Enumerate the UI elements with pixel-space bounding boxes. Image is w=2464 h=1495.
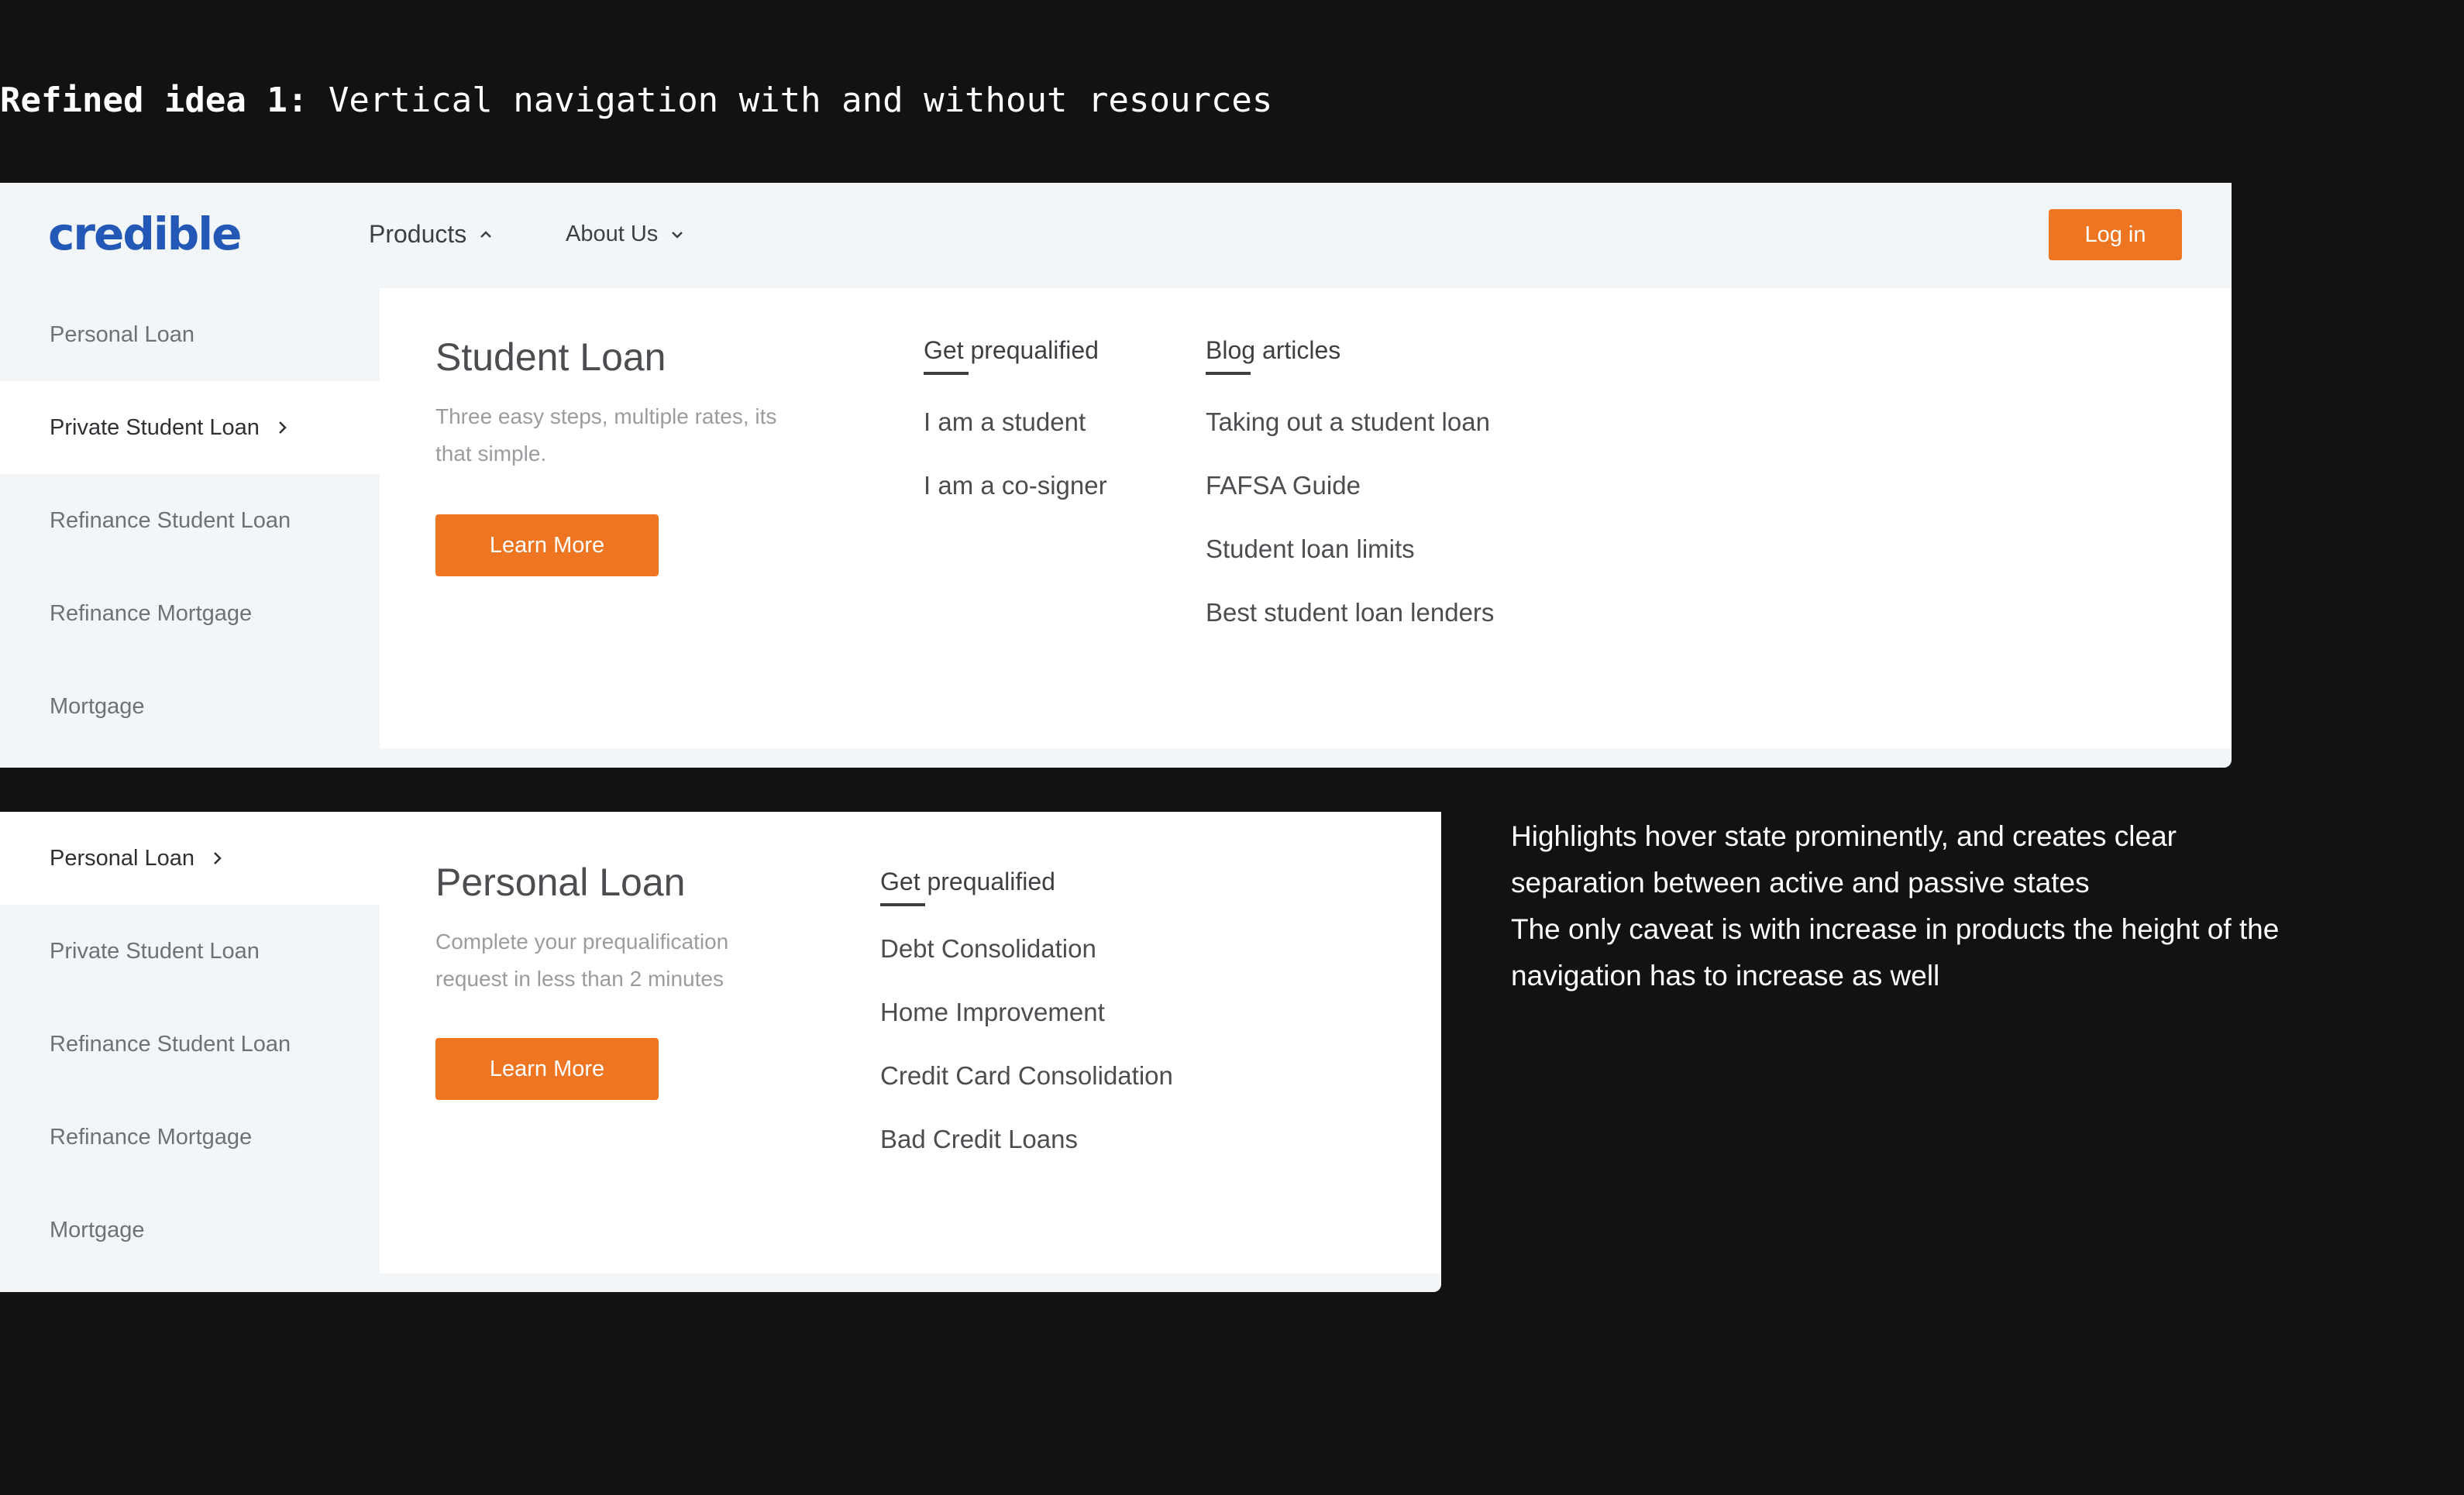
sidebar-item-personal-loan[interactable]: Personal Loan <box>0 288 380 381</box>
top-navbar: credible Products About Us Log in <box>0 183 2232 288</box>
chevron-right-icon <box>278 421 287 434</box>
sidebar: Personal Loan Private Student Loan Refin… <box>0 812 380 1277</box>
section-title: Personal Loan <box>435 861 686 904</box>
link-i-am-a-student[interactable]: I am a student <box>924 407 1086 437</box>
chevron-down-icon <box>672 231 683 239</box>
section-title: Student Loan <box>435 335 666 379</box>
chevron-right-icon <box>214 852 222 864</box>
learn-more-button[interactable]: Learn More <box>435 1038 659 1100</box>
nav-about-label: About Us <box>566 222 659 246</box>
mega-menu-content: Student Loan Three easy steps, multiple … <box>380 288 2232 748</box>
note-line-1: Highlights hover state prominently, and … <box>1511 820 2177 899</box>
link-credit-card-consolidation[interactable]: Credit Card Consolidation <box>880 1061 1173 1091</box>
heading-underline <box>880 903 925 906</box>
sidebar-item-private-student-loan[interactable]: Private Student Loan <box>0 905 380 998</box>
sidebar-item-mortgage[interactable]: Mortgage <box>0 1184 380 1277</box>
link-fafsa-guide[interactable]: FAFSA Guide <box>1206 471 1361 500</box>
link-debt-consolidation[interactable]: Debt Consolidation <box>880 934 1096 964</box>
get-prequalified-heading: Get prequalified <box>880 868 1055 906</box>
sidebar: Personal Loan Private Student Loan Refin… <box>0 288 380 753</box>
sidebar-item-mortgage[interactable]: Mortgage <box>0 660 380 753</box>
learn-more-button[interactable]: Learn More <box>435 514 659 576</box>
nav-about-us[interactable]: About Us <box>566 222 686 247</box>
sidebar-item-personal-loan[interactable]: Personal Loan <box>0 812 380 905</box>
link-student-loan-limits[interactable]: Student loan limits <box>1206 534 1415 564</box>
nav-panel-without-resources: Personal Loan Private Student Loan Refin… <box>0 812 1441 1292</box>
section-description: Complete your prequalification request i… <box>435 930 729 991</box>
mega-menu-content: Personal Loan Complete your prequalifica… <box>380 812 1441 1273</box>
section-description: Three easy steps, multiple rates, its th… <box>435 404 777 466</box>
sidebar-item-private-student-loan[interactable]: Private Student Loan <box>0 381 380 474</box>
design-note: Highlights hover state prominently, and … <box>1511 813 2286 999</box>
heading-text: Vertical navigation with and without res… <box>328 81 1273 120</box>
login-button[interactable]: Log in <box>2049 209 2182 260</box>
nav-panel-with-resources: credible Products About Us Log in Person… <box>0 183 2232 768</box>
heading-underline <box>1206 372 1251 375</box>
blog-articles-heading: Blog articles <box>1206 336 1340 375</box>
sidebar-item-refinance-student-loan[interactable]: Refinance Student Loan <box>0 474 380 567</box>
sidebar-item-refinance-student-loan[interactable]: Refinance Student Loan <box>0 998 380 1091</box>
chevron-up-icon <box>480 230 492 238</box>
link-home-improvement[interactable]: Home Improvement <box>880 998 1105 1027</box>
page-heading: Refined idea 1: Vertical navigation with… <box>0 77 1272 124</box>
link-i-am-a-co-signer[interactable]: I am a co-signer <box>924 471 1107 500</box>
get-prequalified-heading: Get prequalified <box>924 336 1099 375</box>
heading-bold: Refined idea 1: <box>0 81 308 120</box>
sidebar-item-refinance-mortgage[interactable]: Refinance Mortgage <box>0 1091 380 1184</box>
nav-products-label: Products <box>369 220 467 248</box>
note-line-2: The only caveat is with increase in prod… <box>1511 913 2280 992</box>
heading-underline <box>924 372 969 375</box>
nav-products[interactable]: Products <box>369 220 494 249</box>
sidebar-item-refinance-mortgage[interactable]: Refinance Mortgage <box>0 567 380 660</box>
link-bad-credit-loans[interactable]: Bad Credit Loans <box>880 1125 1078 1154</box>
link-taking-out-student-loan[interactable]: Taking out a student loan <box>1206 407 1490 437</box>
credible-logo[interactable]: credible <box>48 208 242 260</box>
link-best-student-loan-lenders[interactable]: Best student loan lenders <box>1206 598 1494 627</box>
